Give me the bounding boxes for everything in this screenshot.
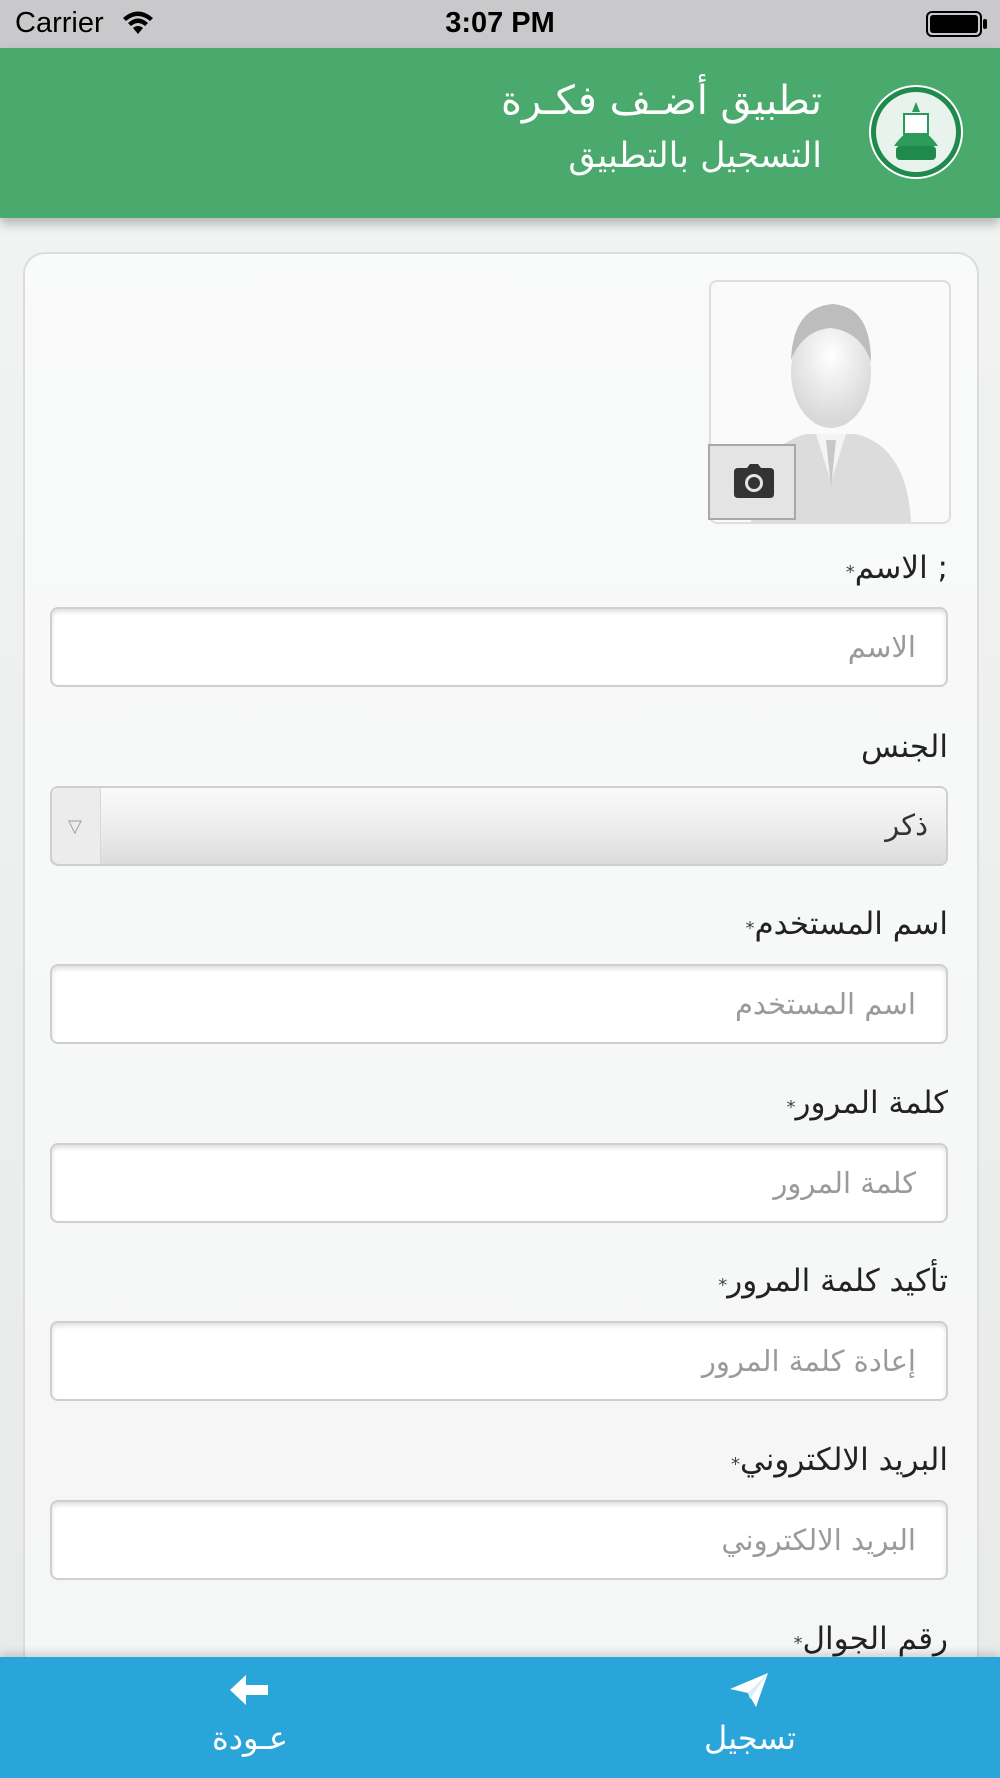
page-subtitle: التسجيل بالتطبيق [568, 136, 822, 176]
gender-select[interactable]: ▽ ذكر [50, 786, 948, 866]
camera-button[interactable] [708, 444, 796, 520]
send-icon [730, 1673, 768, 1707]
riyadh-logo-icon [868, 84, 964, 180]
confirm-password-label: تأكيد كلمة المرور* [718, 1263, 948, 1299]
name-label: ; الاسم* [845, 550, 948, 586]
status-bar: Carrier 3:07 PM [0, 0, 1000, 48]
required-mark: * [730, 1454, 740, 1475]
gender-selected-value: ذكر [885, 808, 928, 842]
required-mark: * [718, 1275, 728, 1296]
password-input[interactable] [50, 1143, 948, 1223]
battery-icon [926, 11, 988, 37]
back-label: عـودة [211, 1719, 288, 1757]
register-label: تسجيل [704, 1719, 796, 1757]
required-mark: * [793, 1633, 803, 1654]
dropdown-arrow-box: ▽ [52, 788, 101, 864]
app-title: تطبيق أضـف فكـرة [500, 78, 822, 124]
confirm-password-input[interactable] [50, 1321, 948, 1401]
register-button[interactable]: تسجيل [600, 1657, 900, 1778]
email-input[interactable] [50, 1500, 948, 1580]
required-mark: * [845, 562, 855, 583]
gender-label: الجنس [861, 729, 948, 765]
username-label: اسم المستخدم* [745, 906, 948, 942]
email-label: البريد الالكتروني* [730, 1442, 948, 1478]
mobile-label: رقم الجوال* [793, 1621, 949, 1657]
arrow-left-icon [230, 1675, 268, 1705]
camera-icon [734, 464, 774, 498]
username-input[interactable] [50, 964, 948, 1044]
app-header: تطبيق أضـف فكـرة التسجيل بالتطبيق [0, 48, 1000, 218]
password-label: كلمة المرور* [786, 1085, 948, 1121]
back-button[interactable]: عـودة [100, 1657, 400, 1778]
clock: 3:07 PM [445, 7, 555, 39]
chevron-down-icon: ▽ [68, 816, 82, 837]
bottom-action-bar: عـودة تسجيل [0, 1657, 1000, 1778]
name-input[interactable] [50, 607, 948, 687]
required-mark: * [786, 1097, 796, 1118]
